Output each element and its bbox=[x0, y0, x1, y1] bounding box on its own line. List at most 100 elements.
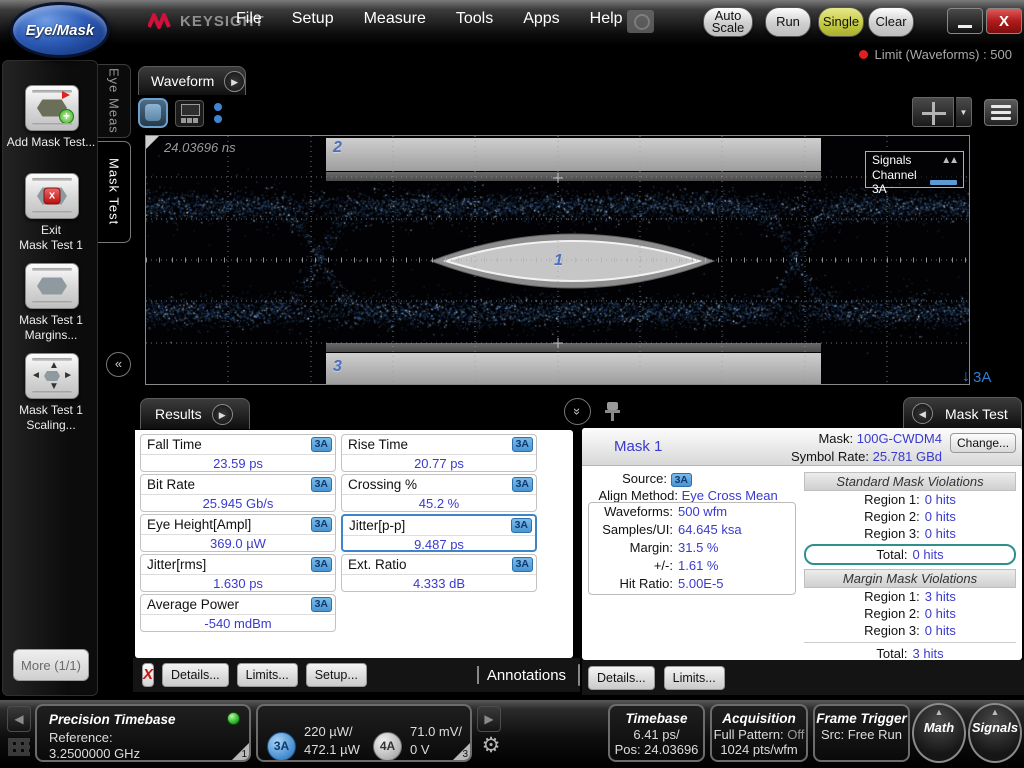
right-arrow-icon: ► bbox=[63, 371, 73, 381]
timebase-scale: 6.41 ps/ bbox=[610, 727, 703, 742]
mask-details-button[interactable]: Details... bbox=[588, 666, 655, 690]
exit-mask-test-button[interactable]: x bbox=[25, 173, 79, 219]
pin-icon[interactable] bbox=[605, 400, 621, 422]
annotations-checkbox[interactable] bbox=[477, 666, 479, 684]
tab-eye-meas[interactable]: Eye Meas bbox=[98, 64, 131, 138]
collapse-panel-button[interactable]: » bbox=[564, 398, 591, 425]
mask-scaling-button[interactable]: ◄ ► ▲ ▼ bbox=[25, 353, 79, 399]
measurement-jitter-rms[interactable]: Jitter[rms]3A 1.630 ps bbox=[140, 554, 336, 592]
measurement-crossing[interactable]: Crossing %3A 45.2 % bbox=[341, 474, 537, 512]
source-badge: 3A bbox=[512, 477, 533, 492]
source-badge: 3A bbox=[511, 518, 532, 533]
precision-timebase-title: Precision Timebase bbox=[49, 712, 176, 727]
waveform-menu-button[interactable] bbox=[984, 99, 1018, 126]
gear-icon[interactable]: ⚙ bbox=[478, 733, 504, 759]
statusbar-right-arrow[interactable]: ▶ bbox=[477, 706, 501, 732]
menu-setup[interactable]: Setup bbox=[292, 10, 334, 28]
menu-apps[interactable]: Apps bbox=[523, 10, 559, 28]
menu-measure[interactable]: Measure bbox=[364, 10, 426, 28]
change-mask-button[interactable]: Change... bbox=[950, 433, 1016, 453]
results-tab[interactable]: Results ▶ bbox=[140, 398, 250, 429]
legend-collapse-icon[interactable]: ▲▲ bbox=[941, 155, 957, 166]
auto-scale-button[interactable]: Auto Scale bbox=[703, 7, 753, 37]
measurement-ext-ratio[interactable]: Ext. Ratio3A 4.333 dB bbox=[341, 554, 537, 592]
precision-timebase-panel[interactable]: Precision Timebase Reference: 3.2500000 … bbox=[35, 704, 251, 762]
eye-diagram-plot[interactable]: 2 3 1 24.03696 ns Signals ▲▲ Channel 3A bbox=[145, 135, 970, 385]
results-limits-button[interactable]: Limits... bbox=[237, 663, 298, 687]
chevron-up-icon: ▲ bbox=[970, 705, 1020, 719]
channel-3a-badge[interactable]: 3A bbox=[267, 732, 296, 761]
measurement-average-power[interactable]: Average Power3A -540 mdBm bbox=[140, 594, 336, 632]
scaling-hexagon-icon bbox=[44, 371, 60, 381]
source-badge: 3A bbox=[671, 473, 692, 487]
tiled-view-button[interactable] bbox=[175, 100, 204, 127]
measurement-jitter-pp[interactable]: Jitter[p-p]3A 9.487 ps bbox=[341, 514, 537, 552]
measurement-fall-time[interactable]: Fall Time3A 23.59 ps bbox=[140, 434, 336, 472]
close-button[interactable]: X bbox=[986, 8, 1022, 34]
mask-region-2-label: 2 bbox=[333, 139, 342, 157]
frame-trigger-panel[interactable]: Frame Trigger Src: Free Run bbox=[813, 704, 910, 762]
waveform-tab[interactable]: Waveform ▶ bbox=[138, 66, 246, 95]
margin-total: Total:3 hits bbox=[804, 642, 1016, 662]
math-button[interactable]: ▲ Math bbox=[912, 703, 966, 763]
mask-test-panel: Mask 1 Mask: 100G-CWDM4 Change... Symbol… bbox=[582, 428, 1022, 660]
move-tool-button[interactable] bbox=[912, 97, 954, 127]
source-badge: 3A bbox=[311, 557, 332, 572]
up-arrow-icon: ▲ bbox=[49, 361, 59, 371]
symbol-rate-value: 25.781 GBd bbox=[873, 449, 942, 464]
channel-4a-badge[interactable]: 4A bbox=[373, 732, 402, 761]
results-tab-expand-icon[interactable]: ▶ bbox=[212, 404, 233, 425]
mask-limits-button[interactable]: Limits... bbox=[664, 666, 725, 690]
info-row: Margin:31.5 % bbox=[589, 539, 795, 557]
source-badge: 3A bbox=[311, 477, 332, 492]
scaling-label-line1: Mask Test 1 bbox=[3, 403, 99, 418]
tab-mask-test-vertical[interactable]: Mask Test bbox=[98, 141, 131, 243]
margins-label-line2: Margins... bbox=[3, 328, 99, 343]
standard-violations-title: Standard Mask Violations bbox=[804, 472, 1016, 491]
mask-margins-button[interactable] bbox=[25, 263, 79, 309]
timebase-title: Timebase bbox=[610, 711, 703, 726]
add-mask-test-button[interactable]: + bbox=[25, 85, 79, 131]
run-button[interactable]: Run bbox=[765, 7, 811, 37]
sidebar-collapse-button[interactable]: « bbox=[106, 352, 131, 377]
move-tool-dropdown[interactable]: ▼ bbox=[956, 97, 972, 127]
mask-region-1-label: 1 bbox=[554, 252, 563, 270]
limit-red-dot-icon bbox=[859, 50, 868, 59]
mask-test-tab-expand-icon[interactable]: ◀ bbox=[912, 403, 933, 424]
violation-row: Region 2:0 hits bbox=[804, 508, 1016, 525]
signals-legend[interactable]: Signals ▲▲ Channel 3A bbox=[865, 151, 964, 188]
minimize-button[interactable] bbox=[947, 8, 983, 34]
timebase-panel[interactable]: Timebase 6.41 ps/ Pos: 24.03696 ns bbox=[608, 704, 705, 762]
measurement-eye-height[interactable]: Eye Height[Ampl]3A 369.0 µW bbox=[140, 514, 336, 552]
channels-panel[interactable]: 3A 220 µW/ 472.1 µW 4A 71.0 mV/ 0 V 3 bbox=[256, 704, 472, 762]
annotation-color-button[interactable] bbox=[578, 664, 580, 686]
mask-info-box: Waveforms:500 wfm Samples/UI:64.645 ksa … bbox=[588, 502, 796, 595]
waveform-tab-expand-icon[interactable]: ▶ bbox=[224, 71, 245, 92]
mask-test-tab[interactable]: ◀ Mask Test bbox=[903, 397, 1022, 429]
measurement-bit-rate[interactable]: Bit Rate3A 25.945 Gb/s bbox=[140, 474, 336, 512]
results-details-button[interactable]: Details... bbox=[162, 663, 229, 687]
margins-label-line1: Mask Test 1 bbox=[3, 313, 99, 328]
toolbar-handle-icon[interactable] bbox=[214, 103, 222, 123]
signals-button[interactable]: ▲ Signals bbox=[968, 703, 1022, 763]
scaling-label-line2: Scaling... bbox=[3, 418, 99, 433]
single-button[interactable]: Single bbox=[818, 7, 864, 37]
measurement-rise-time[interactable]: Rise Time3A 20.77 ps bbox=[341, 434, 537, 472]
mask-title: Mask 1 bbox=[614, 438, 662, 455]
plot-corner-marker bbox=[146, 136, 159, 149]
menu-help[interactable]: Help bbox=[590, 10, 623, 28]
acquisition-panel[interactable]: Acquisition Full Pattern: Off 1024 pts/w… bbox=[710, 704, 808, 762]
acquisition-title: Acquisition bbox=[712, 711, 806, 726]
results-setup-button[interactable]: Setup... bbox=[306, 663, 367, 687]
more-button[interactable]: More (1/1) bbox=[13, 649, 89, 681]
menu-file[interactable]: File bbox=[236, 10, 262, 28]
menu-tools[interactable]: Tools bbox=[456, 10, 493, 28]
limit-status-text: Limit (Waveforms) : 500 bbox=[875, 47, 1013, 62]
reference-label: Reference: bbox=[49, 730, 113, 745]
delete-measurement-button[interactable]: X bbox=[142, 663, 154, 687]
keypad-icon[interactable] bbox=[8, 738, 30, 756]
camera-icon[interactable] bbox=[627, 10, 654, 33]
clear-button[interactable]: Clear bbox=[868, 7, 914, 37]
statusbar-left-arrow[interactable]: ◀ bbox=[7, 706, 31, 732]
single-view-button[interactable] bbox=[138, 98, 168, 128]
